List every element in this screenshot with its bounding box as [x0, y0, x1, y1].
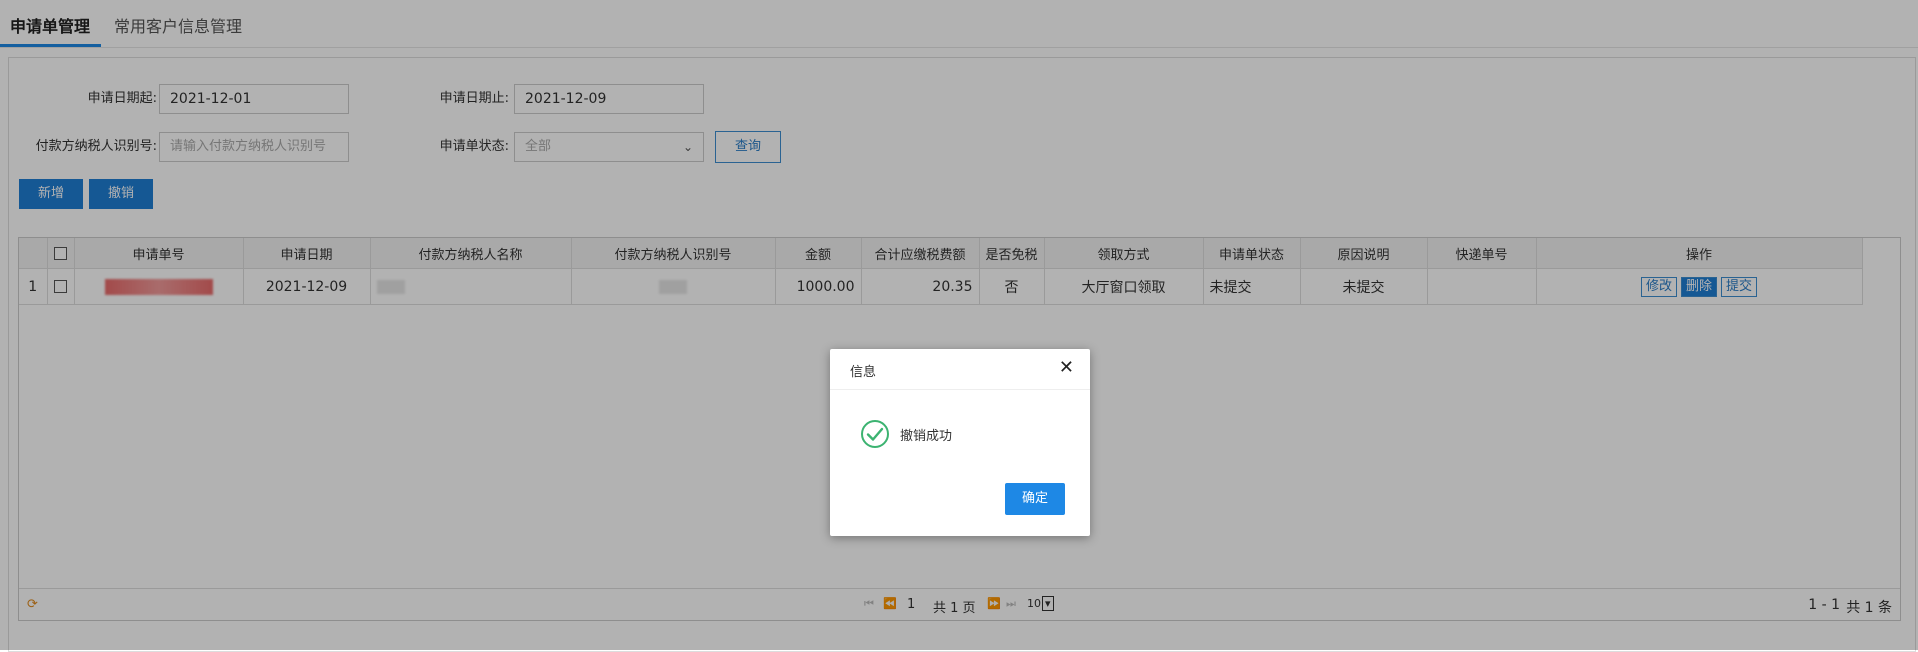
- info-dialog: 信息 ✕ 撤销成功 确定: [830, 349, 1090, 536]
- success-check-icon: [860, 419, 890, 453]
- dialog-divider: [830, 389, 1090, 390]
- dialog-message: 撤销成功: [900, 429, 953, 444]
- confirm-button[interactable]: 确定: [1005, 483, 1065, 515]
- dialog-title: 信息: [850, 365, 877, 380]
- modal-overlay: [0, 0, 1918, 650]
- close-icon[interactable]: ✕: [1059, 357, 1074, 378]
